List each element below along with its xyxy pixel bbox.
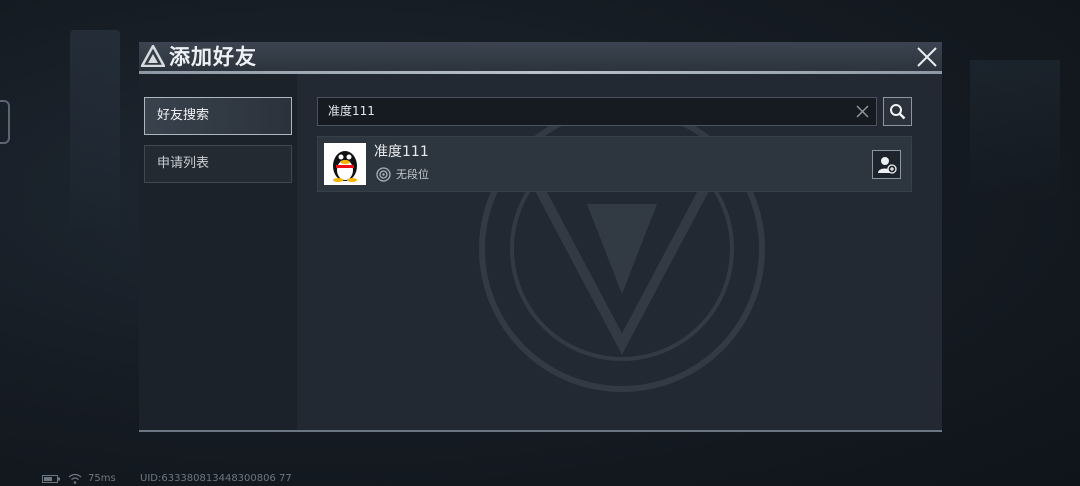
search-result-row: 准度111 无段位 [317, 136, 912, 192]
uid-text: UID:633380813448300806 77 [140, 473, 292, 484]
battery-icon [42, 475, 60, 483]
search-panel: 准度111 准度111 无段位 [297, 74, 942, 430]
add-friend-button[interactable] [872, 150, 901, 179]
dialog-body: 好友搜索 申请列表 准度111 准度111 无段位 [139, 74, 942, 432]
search-button[interactable] [883, 97, 912, 126]
clear-icon[interactable] [855, 104, 870, 119]
tab-request-list[interactable]: 申请列表 [144, 145, 292, 183]
close-icon[interactable] [915, 45, 939, 69]
rank-badge-icon [376, 167, 391, 182]
result-username: 准度111 [374, 144, 429, 160]
dialog-title-bar: 添加好友 [139, 42, 942, 72]
search-icon [890, 104, 906, 120]
wifi-icon [68, 473, 82, 484]
background-decoration [70, 30, 120, 230]
tab-friend-search[interactable]: 好友搜索 [144, 97, 292, 135]
add-friend-dialog: 添加好友 好友搜索 申请列表 准度111 准度111 无段位 [139, 42, 942, 432]
triangle-logo-icon [141, 45, 165, 67]
avatar [324, 143, 366, 185]
side-drawer-handle[interactable] [0, 100, 10, 144]
background-decoration-right [970, 60, 1060, 200]
dialog-title: 添加好友 [169, 45, 257, 69]
sidebar: 好友搜索 申请列表 [139, 74, 297, 430]
ping-text: 75ms [88, 473, 116, 484]
result-rank: 无段位 [396, 168, 429, 181]
penguin-avatar [333, 151, 357, 182]
search-input[interactable]: 准度111 [317, 97, 877, 126]
search-input-value: 准度111 [328, 104, 375, 118]
add-friend-icon [878, 157, 897, 174]
